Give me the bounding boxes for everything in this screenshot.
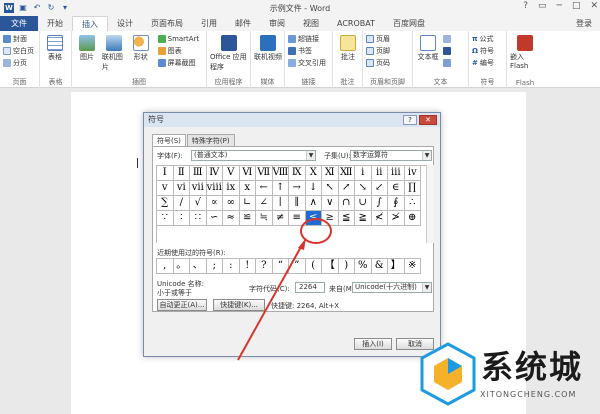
annotation-arrow-line	[237, 244, 303, 361]
watermark-text: 系统城	[481, 348, 584, 386]
watermark-logo-icon	[420, 342, 476, 406]
watermark-url: XITONGCHENG.COM	[480, 390, 577, 399]
watermark: 系统城 XITONGCHENG.COM	[418, 336, 600, 414]
annotation-arrow-head	[298, 238, 306, 250]
